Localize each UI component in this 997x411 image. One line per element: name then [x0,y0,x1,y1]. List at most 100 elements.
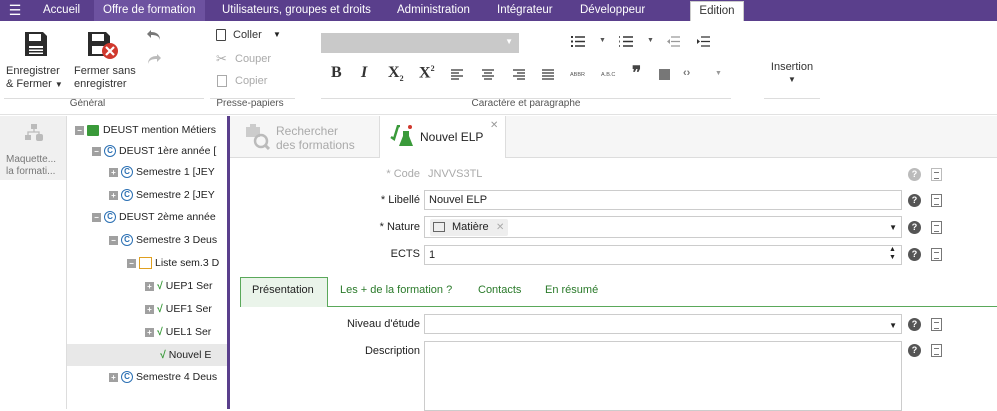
collapse-icon[interactable]: − [109,235,118,245]
tree-node[interactable]: − C DEUST 2ème année [92,208,216,226]
tree-node[interactable]: + C Semestre 4 Deus [109,368,217,386]
cycle-icon: C [121,234,133,247]
menu-icon[interactable]: ☰ [4,0,26,21]
tree-node[interactable]: − Liste sem.3 D [127,254,219,272]
comment-icon[interactable] [931,344,942,357]
save-close-button[interactable]: Enregistrer & Fermer ▼ [4,25,66,91]
help-icon[interactable]: ? [908,248,921,261]
tree-node-selected[interactable]: √ Nouvel E [67,344,227,366]
collapse-icon[interactable]: − [92,212,101,222]
ects-spinner-icon[interactable]: ▲ ▼ [889,246,896,262]
comment-icon[interactable] [931,194,942,207]
comment-icon[interactable] [931,168,942,181]
scissors-icon: ✂ [216,51,227,66]
panel-splitter[interactable] [227,116,230,409]
expand-icon[interactable]: + [145,327,154,337]
description-textarea[interactable] [424,341,902,411]
comment-icon[interactable] [931,318,942,331]
align-justify-icon[interactable] [542,69,554,80]
redo-icon[interactable] [146,53,162,65]
nav-accueil[interactable]: Accueil [43,0,80,21]
remove-chip-icon[interactable]: ✕ [496,219,504,236]
collapse-icon[interactable]: − [75,125,84,135]
abbr-button[interactable]: ABBR [570,72,585,78]
quote-icon[interactable]: ❞ [632,63,641,83]
expand-icon[interactable]: + [109,372,118,382]
help-icon[interactable]: ? [908,344,921,357]
niveau-select[interactable]: ▼ [424,314,902,334]
align-left-icon[interactable] [451,69,463,80]
comment-icon[interactable] [931,248,942,261]
tab-new-elp[interactable]: Nouvel ELP ✕ [379,116,506,158]
tree-node[interactable]: − DEUST mention Métiers [75,121,216,139]
nav-administration[interactable]: Administration [397,0,470,21]
tab-edition[interactable]: Edition [690,1,744,21]
unordered-list-arrow-icon[interactable]: ▼ [599,37,606,44]
libelle-input[interactable]: Nouvel ELP [424,190,902,210]
tree-node[interactable]: + √ UEL1 Ser [145,323,211,341]
insertion-label: Insertion [770,61,814,73]
save-dropdown-arrow-icon[interactable]: ▼ [55,80,63,89]
tab-search-formations[interactable]: Rechercher des formations [242,120,372,154]
ordered-list-arrow-icon[interactable]: ▼ [647,37,654,44]
code-dropdown-arrow-icon[interactable]: ▼ [715,70,722,77]
close-tab-icon[interactable]: ✕ [490,120,498,131]
ordered-list-icon[interactable] [619,36,633,47]
nature-select[interactable]: Matière ✕ ▼ [424,216,902,238]
bold-button[interactable]: B [331,64,342,82]
cycle-icon: C [121,166,133,179]
outdent-icon[interactable] [667,36,680,47]
tree-node[interactable]: + C Semestre 2 [JEY [109,186,215,204]
expand-icon[interactable]: + [145,281,154,291]
align-center-icon[interactable] [482,69,494,80]
code-icon[interactable]: ‹› [683,67,690,79]
expand-icon[interactable]: + [109,167,118,177]
close-without-saving-button[interactable]: Fermer sans enregistrer [68,25,140,91]
nature-dropdown-arrow-icon[interactable]: ▼ [889,219,897,237]
insertion-button[interactable]: Insertion ▼ [764,61,820,95]
help-icon[interactable]: ? [908,194,921,207]
help-icon[interactable]: ? [908,168,921,181]
nav-offre-de-formation[interactable]: Offre de formation [94,0,205,21]
hierarchy-icon [25,124,43,141]
superscript-button[interactable]: X2 [419,64,435,82]
elp-flask-icon [390,125,413,146]
maquette-panel-button[interactable]: Maquette... la formati... [0,116,66,180]
cut-button[interactable]: ✂ Couper [216,51,286,67]
subscript-button[interactable]: X2 [388,64,404,83]
acronym-button[interactable]: A.B.C [601,72,615,78]
expand-icon[interactable]: + [109,190,118,200]
italic-button[interactable]: I [361,64,367,82]
subtab-les-plus[interactable]: Les + de la formation ? [340,284,452,296]
tree-node[interactable]: + √ UEF1 Ser [145,300,212,318]
tree-node[interactable]: + C Semestre 1 [JEY [109,163,215,181]
collapse-icon[interactable]: − [127,258,136,268]
tree-node[interactable]: − C DEUST 1ère année [ [92,142,216,160]
copy-button[interactable]: Copier [216,75,286,89]
tree-node[interactable]: + √ UEP1 Ser [145,277,212,295]
undo-icon[interactable] [146,29,162,41]
expand-icon[interactable]: + [145,304,154,314]
top-navigation: ☰ Accueil Offre de formation Utilisateur… [0,0,997,21]
indent-icon[interactable] [697,36,710,47]
unordered-list-icon[interactable] [571,36,585,47]
collapse-icon[interactable]: − [92,146,101,156]
paste-button[interactable]: Coller ▼ [216,29,286,43]
ects-input[interactable]: 1 [424,245,902,265]
subtab-en-resume[interactable]: En résumé [545,284,598,296]
nav-integrateur[interactable]: Intégrateur [497,0,553,21]
nav-utilisateurs[interactable]: Utilisateurs, groupes et droits [222,0,371,21]
nav-developpeur[interactable]: Développeur [580,0,645,21]
paste-dropdown-arrow-icon[interactable]: ▼ [273,30,281,39]
left-rail: Maquette... la formati... [0,116,67,409]
niveau-dropdown-arrow-icon: ▼ [889,321,897,330]
tree-node-label: Semestre 1 [JEY [136,166,215,178]
align-right-icon[interactable] [513,69,525,80]
language-icon[interactable] [659,69,670,80]
font-select[interactable]: ▼ [321,33,519,53]
tree-node[interactable]: − C Semestre 3 Deus [109,231,217,249]
help-icon[interactable]: ? [908,221,921,234]
help-icon[interactable]: ? [908,318,921,331]
subtab-contacts[interactable]: Contacts [478,284,521,296]
comment-icon[interactable] [931,221,942,234]
